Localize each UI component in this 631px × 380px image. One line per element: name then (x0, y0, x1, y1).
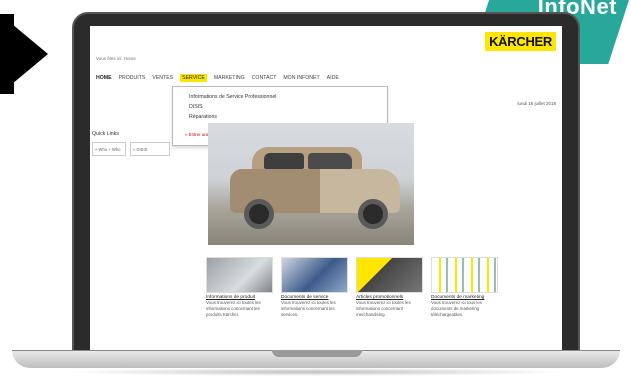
hero-car-image (208, 123, 414, 245)
tile-marketing-docs[interactable]: Documents de marketing Vous trouverez ic… (431, 257, 498, 318)
car-wheel-rear (358, 199, 388, 229)
tile-product-info[interactable]: Informations de produit Vous trouverez i… (206, 257, 273, 318)
quick-link-disis[interactable]: » DISIS (130, 142, 170, 156)
quick-link-who[interactable]: » Who + Who (92, 142, 126, 156)
tile-description: Vous trouverez ici toutes les informatio… (206, 300, 261, 317)
nav-marketing[interactable]: MARKETING (214, 75, 245, 82)
nav-produits[interactable]: PRODUITS (119, 75, 146, 82)
laptop-shadow (60, 368, 572, 376)
product-mockup: InfoNet KÄRCHER Vous êtes ici: Home HOME… (0, 0, 631, 380)
tile-service-docs[interactable]: Documents de service Vous trouverez ici … (281, 257, 348, 318)
date-label: lundi 16 juillet 2018 (517, 101, 556, 106)
breadcrumb: Vous êtes ici: Home (96, 56, 136, 61)
tile-description: Vous trouverez ici tous les documents de… (431, 300, 483, 317)
dropdown-item-reparations[interactable]: Réparations (189, 114, 217, 120)
car-window-front (264, 153, 304, 169)
tile-description: Vous trouverez ici toutes les informatio… (356, 300, 411, 317)
arrow-head (0, 14, 48, 94)
laptop-notch (272, 350, 362, 357)
tile-thumbnail (281, 257, 348, 293)
karcher-logo: KÄRCHER (485, 32, 556, 51)
nav-aide[interactable]: AIDE (327, 75, 339, 82)
content-tiles: Informations de produit Vous trouverez i… (206, 257, 498, 318)
nav-home[interactable]: HOME (96, 75, 112, 82)
nav-mon-infonet[interactable]: MON INFONET (283, 75, 319, 82)
tile-description: Vous trouverez ici toutes les informatio… (281, 300, 336, 317)
top-navigation: HOME PRODUITS VENTES SERVICE MARKETING C… (96, 74, 339, 82)
tile-promo-articles[interactable]: Articles promotionnels Vous trouverez ic… (356, 257, 423, 318)
laptop-screen: KÄRCHER Vous êtes ici: Home HOME PRODUIT… (90, 26, 562, 350)
tile-thumbnail (431, 257, 498, 293)
dropdown-item-disis[interactable]: DISIS (189, 104, 203, 110)
nav-ventes[interactable]: VENTES (152, 75, 173, 82)
nav-contact[interactable]: CONTACT (252, 75, 277, 82)
tile-thumbnail (206, 257, 273, 293)
tile-thumbnail (356, 257, 423, 293)
dropdown-item-info-service[interactable]: Informations de Service Professionnel (189, 94, 276, 100)
car-window-rear (308, 153, 352, 169)
nav-service[interactable]: SERVICE (180, 74, 207, 82)
quick-links-title: Quick Links (92, 131, 119, 137)
car-dirt (230, 169, 320, 213)
car-wheel-front (244, 199, 274, 229)
